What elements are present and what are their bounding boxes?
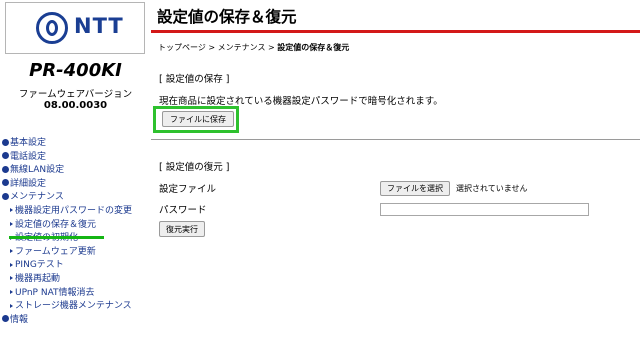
sidebar-nav: 基本設定 電話設定 無線LAN設定 詳細設定 メンテナンス 機器設定用パスワード… [2, 137, 151, 327]
firmware-label: ファームウェアバージョン [18, 89, 133, 100]
title-rule [151, 30, 640, 33]
arrow-right-icon [10, 249, 13, 254]
save-button-highlight [153, 106, 239, 133]
page-title: 設定値の保存＆復元 [157, 8, 297, 26]
nav-change-password[interactable]: 機器設定用パスワードの変更 [2, 205, 151, 219]
nav-storage-maintenance[interactable]: ストレージ機器メンテナンス [2, 300, 151, 314]
nav-maintenance[interactable]: メンテナンス [2, 191, 151, 205]
file-status-text: 選択されていません [456, 184, 528, 193]
logo-text: NTT [74, 14, 124, 38]
bullet-icon [2, 315, 9, 323]
arrow-right-icon [10, 208, 13, 213]
nav-advanced-settings[interactable]: 詳細設定 [2, 178, 151, 192]
main-content: 設定値の保存＆復元 トップページ > メンテナンス > 設定値の保存＆復元 [ … [151, 0, 640, 360]
arrow-right-icon [10, 222, 13, 227]
nav-ping-test[interactable]: PINGテスト [2, 259, 151, 273]
save-description: 現在商品に設定されている機器設定パスワードで暗号化されます。 [159, 96, 443, 107]
restore-execute-button[interactable]: 復元実行 [159, 221, 205, 237]
nav-save-restore[interactable]: 設定値の保存＆復元 [2, 219, 151, 233]
nav-upnp-clear[interactable]: UPnP NAT情報消去 [2, 287, 151, 301]
breadcrumb-top[interactable]: トップページ [158, 43, 206, 52]
ntt-logo-icon [36, 12, 68, 44]
save-section-title: [ 設定値の保存 ] [159, 74, 230, 85]
settings-file-label: 設定ファイル [159, 184, 217, 195]
nav-reboot[interactable]: 機器再起動 [2, 273, 151, 287]
breadcrumb: トップページ > メンテナンス > 設定値の保存＆復元 [158, 42, 349, 53]
arrow-right-icon [10, 290, 13, 295]
choose-file-button[interactable]: ファイルを選択 [380, 181, 450, 196]
active-nav-highlight [9, 236, 104, 239]
section-divider [151, 139, 640, 140]
breadcrumb-separator: > [265, 43, 278, 52]
bullet-icon [2, 179, 9, 187]
arrow-right-icon [10, 276, 13, 281]
nav-phone-settings[interactable]: 電話設定 [2, 151, 151, 165]
nav-wireless-lan[interactable]: 無線LAN設定 [2, 164, 151, 178]
arrow-right-icon [10, 303, 13, 308]
bullet-icon [2, 138, 9, 146]
breadcrumb-maintenance[interactable]: メンテナンス [218, 43, 266, 52]
bullet-icon [2, 192, 9, 200]
bullet-icon [2, 165, 9, 173]
breadcrumb-separator: > [205, 43, 218, 52]
nav-basic-settings[interactable]: 基本設定 [2, 137, 151, 151]
password-label: パスワード [159, 205, 207, 216]
sidebar: NTT PR-400KI ファームウェアバージョン 08.00.0030 基本設… [0, 0, 151, 360]
firmware-version: 08.00.0030 [43, 100, 108, 111]
nav-firmware-update[interactable]: ファームウェア更新 [2, 246, 151, 260]
arrow-right-icon [10, 262, 13, 267]
model-name: PR-400KI [29, 60, 122, 81]
restore-section-title: [ 設定値の復元 ] [159, 162, 230, 173]
bullet-icon [2, 152, 9, 160]
logo-box: NTT [5, 2, 145, 54]
password-field[interactable] [380, 203, 589, 216]
nav-info[interactable]: 情報 [2, 314, 151, 328]
breadcrumb-current: 設定値の保存＆復元 [277, 43, 350, 52]
